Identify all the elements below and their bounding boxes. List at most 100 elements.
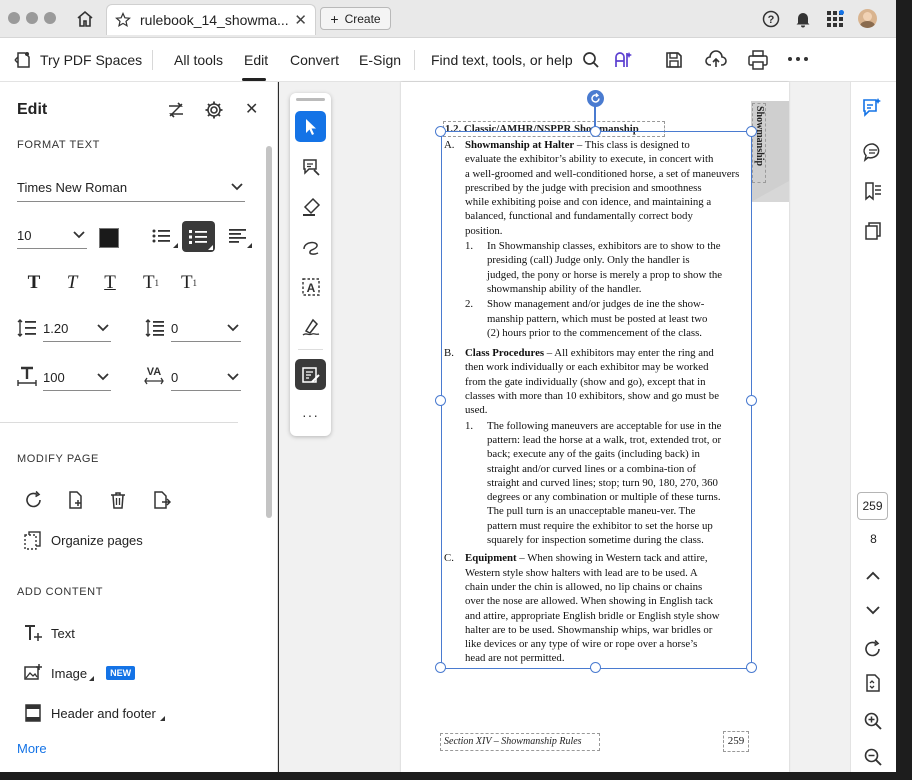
tab-convert[interactable]: Convert <box>290 38 339 82</box>
superscript-icon[interactable]: T1 <box>140 272 162 293</box>
close-window-button[interactable] <box>8 12 20 24</box>
subscript-icon[interactable]: T1 <box>178 272 200 293</box>
text-box-tool-icon[interactable]: A <box>295 271 326 302</box>
edit-text-tool-icon[interactable] <box>295 359 326 390</box>
cloud-upload-icon[interactable] <box>705 49 727 71</box>
bold-text-icon[interactable]: T <box>24 272 44 293</box>
close-tab-icon[interactable]: ✕ <box>294 11 307 29</box>
extract-page-icon[interactable] <box>151 490 171 510</box>
current-page-input[interactable]: 259 <box>857 492 888 520</box>
drag-handle[interactable] <box>296 98 325 101</box>
text-line: The pull turn is an unacceptable maneu-v… <box>487 505 696 518</box>
close-panel-icon[interactable]: ✕ <box>245 99 258 119</box>
text-line: while exhibiting poise and con idence, a… <box>465 196 712 209</box>
avatar[interactable] <box>858 9 877 28</box>
settings-gear-icon[interactable] <box>204 100 224 120</box>
bookmarks-icon[interactable] <box>863 181 883 201</box>
organize-pages-button[interactable]: Organize pages <box>23 530 143 550</box>
resize-handle-ne[interactable] <box>746 126 757 137</box>
svg-text:?: ? <box>768 14 775 26</box>
fit-page-icon[interactable] <box>863 673 883 693</box>
add-comment-tool-icon[interactable] <box>295 151 326 182</box>
page-footer-number[interactable]: 259 <box>723 731 749 752</box>
text-color-swatch[interactable] <box>99 228 119 248</box>
document-tab[interactable]: rulebook_14_showma... ✕ <box>106 4 316 35</box>
side-tab-label[interactable]: Showmanship <box>752 103 766 183</box>
text-line: – When showing in Western tack and attir… <box>516 552 708 565</box>
toolbar-divider <box>152 50 153 70</box>
text-line: straight and/or curved lines or a combin… <box>487 462 696 475</box>
add-image-button[interactable]: Image NEW <box>23 663 136 683</box>
more-link[interactable]: More <box>17 741 47 756</box>
minimize-window-button[interactable] <box>26 12 38 24</box>
text-line: over the nose are allowed. When showing … <box>465 595 714 608</box>
swap-edit-mode-icon[interactable] <box>166 100 186 120</box>
add-image-label: Image <box>51 665 88 681</box>
add-header-footer-button[interactable]: Header and footer <box>23 703 165 723</box>
save-icon[interactable] <box>664 50 684 70</box>
line-spacing-select[interactable]: 1.20 <box>43 315 111 342</box>
text-line: In Showmanship classes, exhibitors are t… <box>487 240 721 253</box>
paragraph-c: C. Equipment – When showing in Western t… <box>444 551 750 665</box>
horizontal-scale-select[interactable]: 100 <box>43 364 111 391</box>
font-family-select[interactable]: Times New Roman <box>17 173 245 202</box>
comment-icon[interactable] <box>863 142 883 162</box>
text-line: presiding (call) Judge only. Only the ha… <box>487 254 690 267</box>
more-options-icon[interactable] <box>787 56 809 62</box>
tab-all-tools[interactable]: All tools <box>174 38 223 82</box>
insert-page-icon[interactable] <box>66 490 86 510</box>
home-icon[interactable] <box>75 9 95 29</box>
panel-scrollbar[interactable] <box>266 146 272 518</box>
find-search-field[interactable]: Find text, tools, or help <box>431 38 600 82</box>
zoom-window-button[interactable] <box>44 12 56 24</box>
line-spacing-icon <box>17 318 37 338</box>
help-icon[interactable]: ? <box>762 10 780 28</box>
resize-handle-n[interactable] <box>590 126 601 137</box>
delete-page-icon[interactable] <box>108 490 128 510</box>
next-page-icon[interactable] <box>865 605 881 615</box>
character-spacing-select[interactable]: 0 <box>171 364 241 391</box>
sign-tool-icon[interactable] <box>295 311 326 342</box>
try-pdf-spaces-label: Try PDF Spaces <box>40 52 143 68</box>
try-pdf-spaces-button[interactable]: Try PDF Spaces <box>13 38 142 82</box>
numbered-list-icon[interactable] <box>182 221 215 252</box>
font-size-select[interactable]: 10 <box>17 222 87 249</box>
organize-pages-icon <box>23 530 43 550</box>
more-tools-icon[interactable]: ··· <box>302 407 319 423</box>
highlight-tool-icon[interactable] <box>295 191 326 222</box>
bulleted-list-icon[interactable] <box>150 224 178 248</box>
rotate-handle-icon[interactable] <box>587 90 604 107</box>
chevron-down-icon <box>231 183 243 191</box>
resize-handle-nw[interactable] <box>435 126 446 137</box>
zoom-out-icon[interactable] <box>863 747 883 767</box>
ai-chat-icon[interactable] <box>862 97 882 117</box>
paragraph-b: B. Class Procedures – All exhibitors may… <box>444 346 750 547</box>
active-tab-indicator <box>242 78 266 81</box>
tab-edit[interactable]: Edit <box>244 38 268 82</box>
select-tool-icon[interactable] <box>295 111 326 142</box>
zoom-in-icon[interactable] <box>863 711 883 731</box>
align-left-icon[interactable] <box>226 224 252 248</box>
draw-tool-icon[interactable] <box>295 231 326 262</box>
font-family-value: Times New Roman <box>17 179 128 195</box>
rotate-page-icon[interactable] <box>24 490 44 510</box>
refresh-icon[interactable] <box>863 639 883 659</box>
notifications-bell-icon[interactable] <box>794 10 812 28</box>
apps-grid-icon[interactable] <box>826 10 844 28</box>
underline-text-icon[interactable]: T <box>100 272 120 293</box>
create-button[interactable]: + Create <box>320 7 391 30</box>
tab-esign[interactable]: E-Sign <box>359 38 401 82</box>
character-spacing-value: 0 <box>171 369 179 385</box>
italic-text-icon[interactable]: T <box>62 272 82 293</box>
ai-assistant-icon[interactable] <box>612 49 634 71</box>
paragraph-spacing-select[interactable]: 0 <box>171 315 241 342</box>
page-footer-title[interactable]: Section XIV – Showmanship Rules <box>440 733 600 751</box>
text-line: and attire, appropriate English bridle o… <box>465 609 720 622</box>
tools-divider <box>298 349 323 350</box>
page-thumbnails-icon[interactable] <box>863 221 883 241</box>
add-text-button[interactable]: Text <box>23 623 75 643</box>
star-icon[interactable] <box>115 12 131 28</box>
previous-page-icon[interactable] <box>865 571 881 581</box>
print-icon[interactable] <box>747 49 769 71</box>
search-icon[interactable] <box>582 51 600 69</box>
